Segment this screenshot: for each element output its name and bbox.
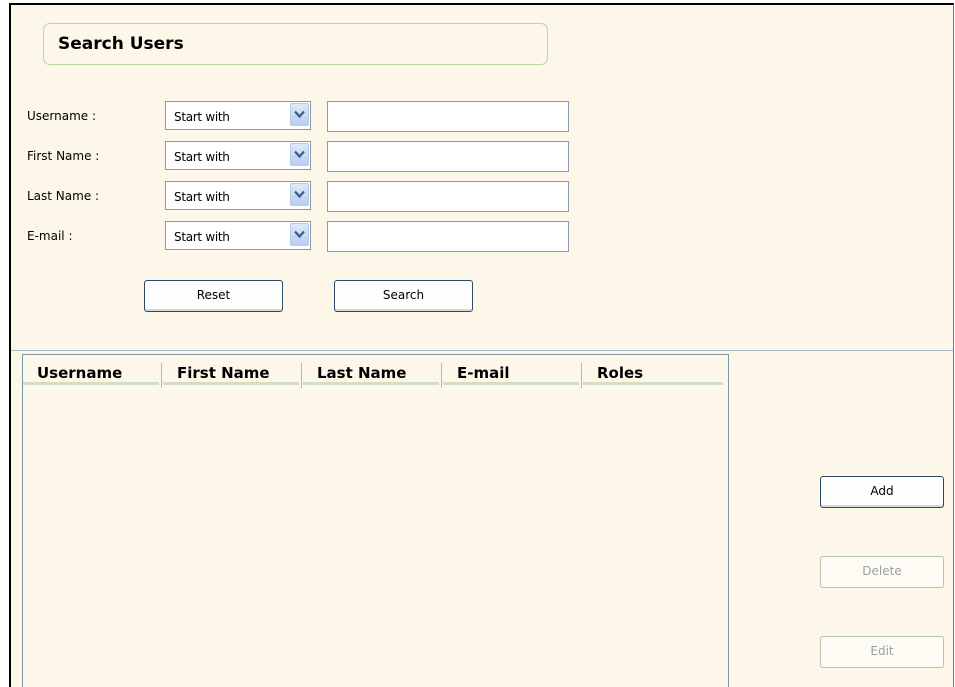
email-input[interactable] [327,221,569,252]
section-divider [11,350,953,351]
column-header-last-name[interactable]: Last Name [303,355,442,388]
column-label: Last Name [317,364,407,382]
email-label: E-mail : [27,229,73,243]
last-name-input[interactable] [327,181,569,212]
column-divider [581,363,582,388]
email-operator-select[interactable]: Start with [165,221,311,250]
column-label: First Name [177,364,270,382]
column-label: E-mail [457,364,510,382]
username-input[interactable] [327,101,569,132]
first-name-operator-select[interactable]: Start with [165,141,311,170]
chevron-down-icon[interactable] [290,143,309,166]
username-operator-value: Start with [174,110,230,124]
last-name-filter-row: Last Name : Start with [27,181,587,212]
column-header-username[interactable]: Username [23,355,162,388]
column-divider [161,363,162,388]
column-divider [441,363,442,388]
column-divider [301,363,302,388]
first-name-input[interactable] [327,141,569,172]
add-button[interactable]: Add [820,476,944,508]
last-name-operator-select[interactable]: Start with [165,181,311,210]
first-name-label: First Name : [27,149,100,163]
column-header-first-name[interactable]: First Name [163,355,302,388]
delete-button[interactable]: Delete [820,556,944,588]
table-header: Username First Name Last Name E-mail Rol… [23,355,728,389]
username-filter-row: Username : Start with [27,101,587,132]
title-panel: Search Users [43,23,548,65]
last-name-operator-value: Start with [174,190,230,204]
page-title: Search Users [58,34,184,54]
username-operator-select[interactable]: Start with [165,101,311,130]
column-header-roles[interactable]: Roles [583,355,723,385]
edit-button[interactable]: Edit [820,636,944,668]
first-name-filter-row: First Name : Start with [27,141,587,172]
username-label: Username : [27,109,97,123]
chevron-down-icon[interactable] [290,103,309,126]
search-button[interactable]: Search [334,280,473,312]
reset-button[interactable]: Reset [144,280,283,312]
column-header-email[interactable]: E-mail [443,355,582,388]
column-label: Roles [597,364,644,382]
search-users-panel: Search Users Username : Start with First… [9,3,954,687]
chevron-down-icon[interactable] [290,223,309,246]
first-name-operator-value: Start with [174,150,230,164]
chevron-down-icon[interactable] [290,183,309,206]
email-operator-value: Start with [174,230,230,244]
column-label: Username [37,364,123,382]
results-table[interactable]: Username First Name Last Name E-mail Rol… [22,354,729,687]
last-name-label: Last Name : [27,189,100,203]
email-filter-row: E-mail : Start with [27,221,587,252]
